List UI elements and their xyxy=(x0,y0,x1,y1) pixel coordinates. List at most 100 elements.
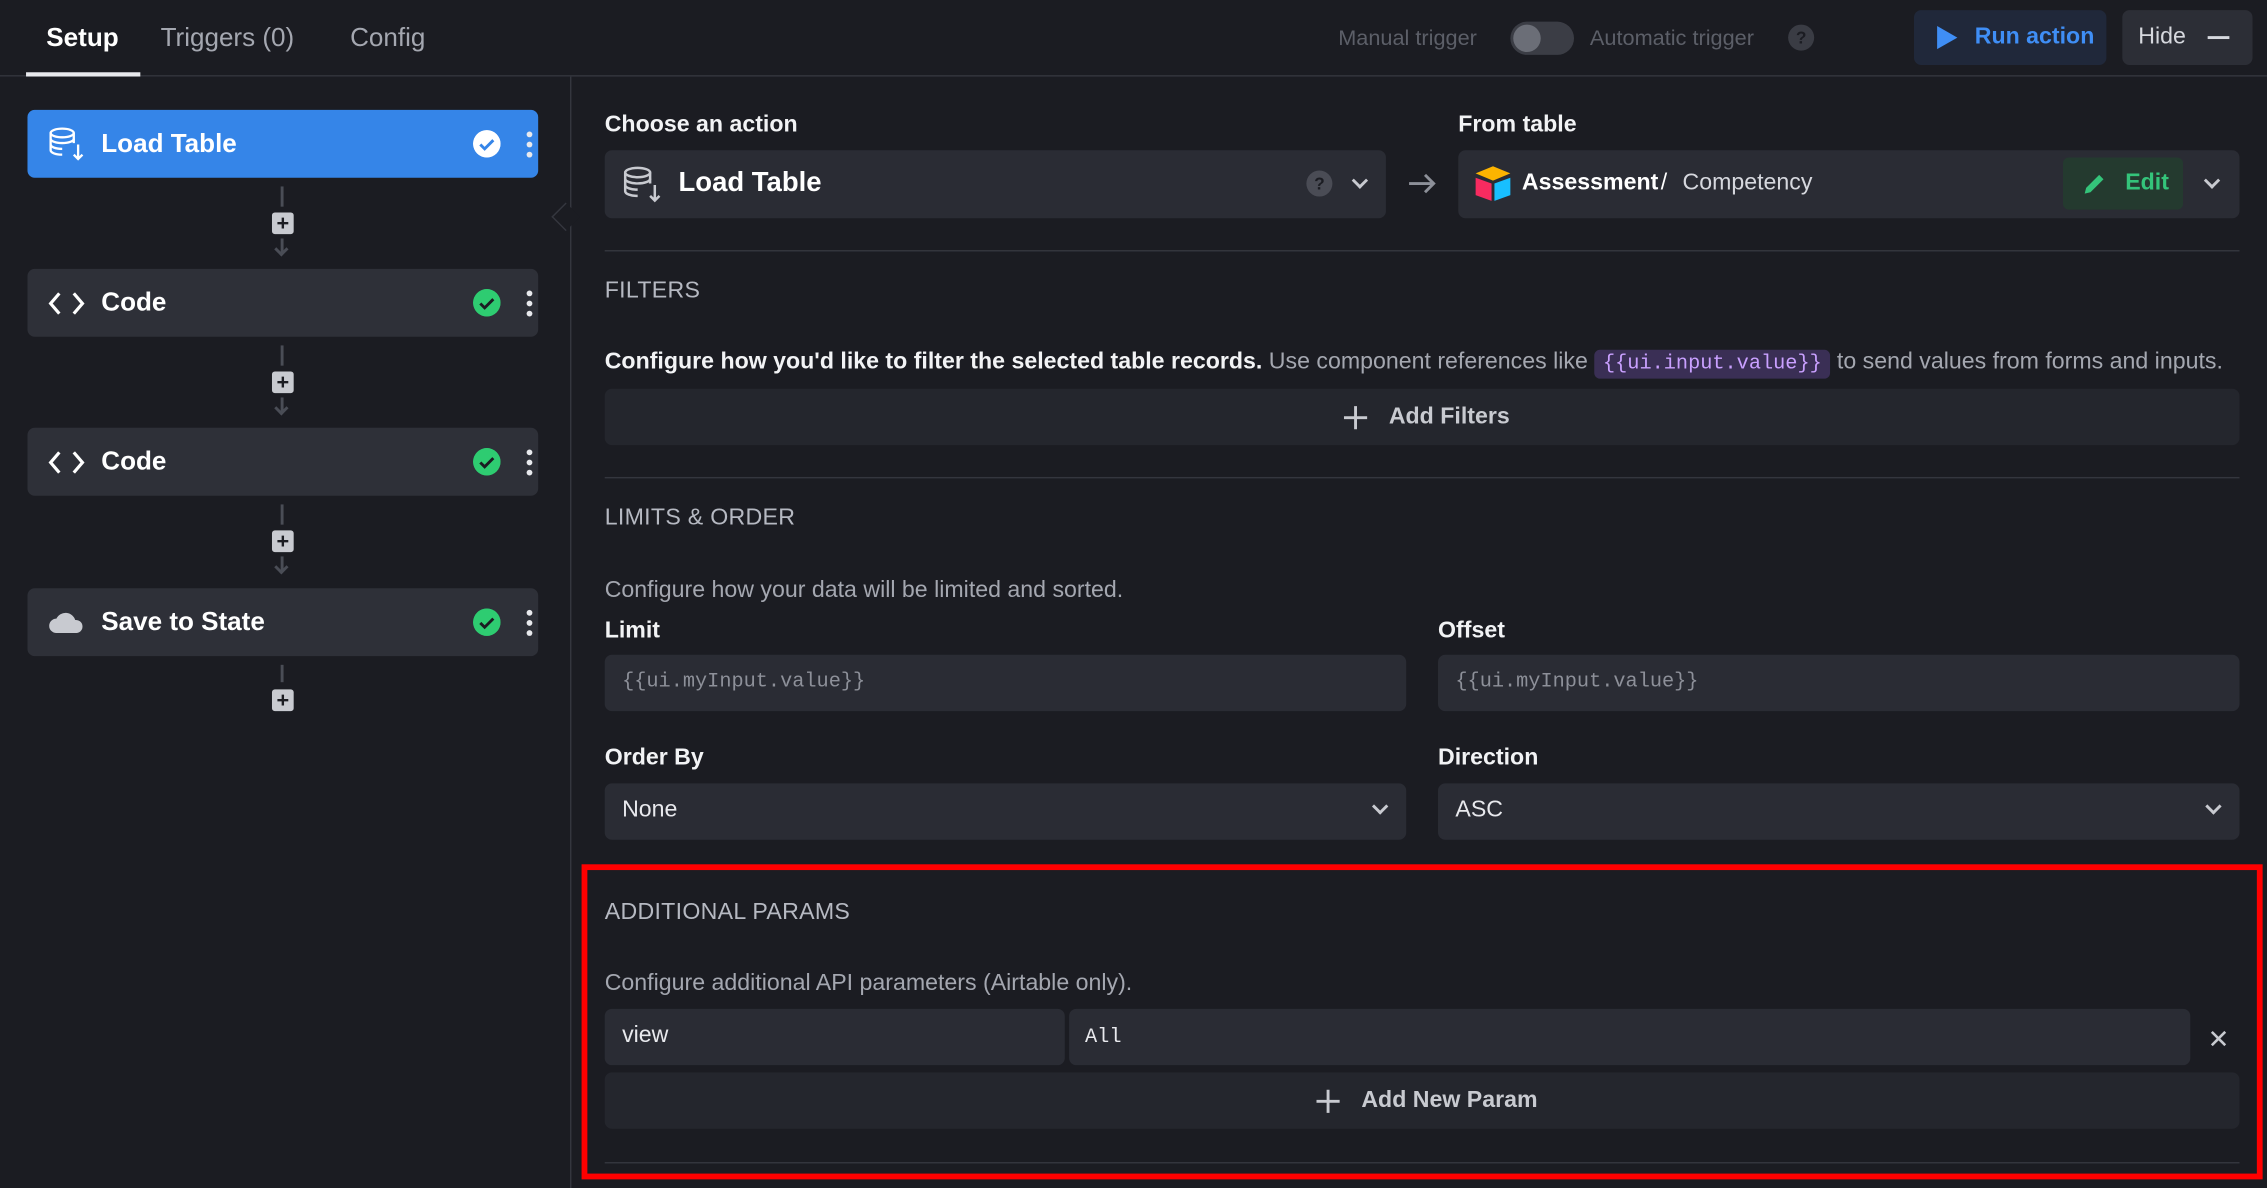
divider xyxy=(604,250,2240,252)
limit-input[interactable]: {{ui.myInput.value}} xyxy=(604,654,1407,712)
plus-icon xyxy=(1316,1089,1340,1113)
help-icon[interactable]: ? xyxy=(1306,170,1333,197)
param-key-value: view xyxy=(622,1023,669,1048)
plus-icon xyxy=(1343,406,1368,430)
step-load-table[interactable]: Load Table xyxy=(27,109,539,178)
param-value-input[interactable]: All xyxy=(1069,1008,2191,1066)
from-table-label: From table xyxy=(1458,112,1577,138)
check-circle-icon xyxy=(473,289,501,317)
chevron-down-icon xyxy=(1351,172,1369,189)
additional-params-description: Configure additional API parameters (Air… xyxy=(604,971,1133,996)
add-filters-button[interactable]: Add Filters xyxy=(604,388,2240,446)
step-connector: + xyxy=(271,345,294,426)
code-brackets-icon xyxy=(48,292,85,315)
arrow-down-icon xyxy=(274,560,289,575)
step-name: Save to State xyxy=(101,607,265,636)
tab-config[interactable]: Config xyxy=(350,0,425,77)
step-code-1[interactable]: Code xyxy=(27,268,539,337)
direction-select[interactable]: ASC xyxy=(1438,783,2240,840)
component-reference-chip: {{ui.input.value}} xyxy=(1594,349,1831,379)
remove-param-icon[interactable]: ✕ xyxy=(2208,1025,2230,1055)
add-step-icon[interactable]: + xyxy=(271,530,294,553)
param-value-text: All xyxy=(1085,1026,1122,1050)
step-connector: + xyxy=(271,186,294,267)
chevron-down-icon xyxy=(1371,798,1389,815)
pencil-icon xyxy=(2084,174,2104,194)
top-bar: Setup Triggers (0) Config Manual trigger… xyxy=(0,0,2267,77)
code-brackets-icon xyxy=(48,451,85,474)
tab-triggers[interactable]: Triggers (0) xyxy=(161,0,295,77)
limit-placeholder: {{ui.myInput.value}} xyxy=(622,670,866,694)
add-filters-label: Add Filters xyxy=(1388,404,1510,430)
more-options-icon[interactable] xyxy=(526,131,533,158)
direction-label: Direction xyxy=(1438,745,1539,771)
table-name: Competency xyxy=(1682,170,1813,196)
table-separator: / xyxy=(1660,170,1668,196)
cloud-icon xyxy=(49,612,83,634)
param-key-input[interactable]: view xyxy=(604,1008,1065,1066)
order-by-select[interactable]: None xyxy=(604,783,1407,840)
check-circle-icon xyxy=(473,448,501,476)
run-action-label: Run action xyxy=(1974,24,2095,50)
offset-input[interactable]: {{ui.myInput.value}} xyxy=(1438,654,2240,712)
arrow-down-icon xyxy=(274,401,289,416)
check-circle-icon xyxy=(473,608,501,636)
tab-setup[interactable]: Setup xyxy=(46,0,118,77)
step-name: Code xyxy=(101,287,167,317)
chevron-down-icon[interactable] xyxy=(2203,172,2221,189)
limits-section-title: LIMITS & ORDER xyxy=(604,505,796,531)
choose-action-label: Choose an action xyxy=(604,112,798,138)
step-code-2[interactable]: Code xyxy=(27,427,539,496)
offset-label: Offset xyxy=(1438,618,1505,644)
automatic-trigger-label: Automatic trigger xyxy=(1589,26,1754,51)
manual-trigger-label: Manual trigger xyxy=(1338,26,1477,51)
more-options-icon[interactable] xyxy=(526,290,533,317)
edit-label: Edit xyxy=(2125,170,2169,196)
database-download-icon xyxy=(49,127,84,161)
airtable-logo-icon xyxy=(1475,166,1511,201)
action-select[interactable]: Load Table ? xyxy=(604,150,1386,219)
filters-description-pre: Use component references like xyxy=(1268,349,1588,375)
offset-placeholder: {{ui.myInput.value}} xyxy=(1455,670,1699,694)
steps-sidebar: Load Table + Code + Code + Save to State… xyxy=(0,76,580,1188)
divider xyxy=(604,476,2240,479)
direction-value: ASC xyxy=(1455,797,1503,823)
add-new-param-button[interactable]: Add New Param xyxy=(604,1072,2240,1129)
minimize-icon xyxy=(2207,36,2230,40)
step-connector: + xyxy=(271,504,294,585)
filters-description: Configure how you'd like to filter the s… xyxy=(604,349,2223,379)
step-name: Code xyxy=(101,446,167,476)
chevron-down-icon xyxy=(2205,798,2222,815)
table-base-name: Assessment xyxy=(1521,170,1659,196)
filters-description-bold: Configure how you'd like to filter the s… xyxy=(604,349,1263,375)
filters-section-title: FILTERS xyxy=(604,278,701,304)
limit-label: Limit xyxy=(604,618,661,644)
add-step-icon[interactable]: + xyxy=(271,371,294,394)
order-by-label: Order By xyxy=(604,745,704,771)
step-connector: + xyxy=(271,664,294,717)
more-options-icon[interactable] xyxy=(526,449,533,476)
check-circle-icon xyxy=(473,130,501,158)
add-new-param-label: Add New Param xyxy=(1361,1088,1538,1113)
play-icon xyxy=(1937,26,1958,50)
database-download-icon xyxy=(623,166,661,203)
arrow-right-icon xyxy=(1409,173,1436,194)
order-by-value: None xyxy=(622,797,678,823)
action-select-value: Load Table xyxy=(678,167,822,199)
additional-params-section-title: ADDITIONAL PARAMS xyxy=(604,900,851,925)
step-save-to-state[interactable]: Save to State xyxy=(27,588,539,657)
step-name: Load Table xyxy=(101,128,237,158)
toggle-knob xyxy=(1513,24,1541,53)
arrow-down-icon xyxy=(274,242,289,257)
add-step-icon[interactable]: + xyxy=(271,689,294,712)
trigger-mode-toggle[interactable] xyxy=(1510,21,1575,55)
run-action-button[interactable]: Run action xyxy=(1913,10,2107,66)
hide-button[interactable]: Hide xyxy=(2122,10,2253,66)
help-icon[interactable]: ? xyxy=(1788,24,1815,51)
more-options-icon[interactable] xyxy=(526,609,533,636)
edit-table-button[interactable]: Edit xyxy=(2062,157,2184,210)
add-step-icon[interactable]: + xyxy=(271,212,294,235)
table-select[interactable]: Assessment / Competency Edit xyxy=(1458,150,2240,219)
action-config-panel: Choose an action Load Table ? From table… xyxy=(573,77,2267,1188)
divider xyxy=(604,1162,2240,1164)
